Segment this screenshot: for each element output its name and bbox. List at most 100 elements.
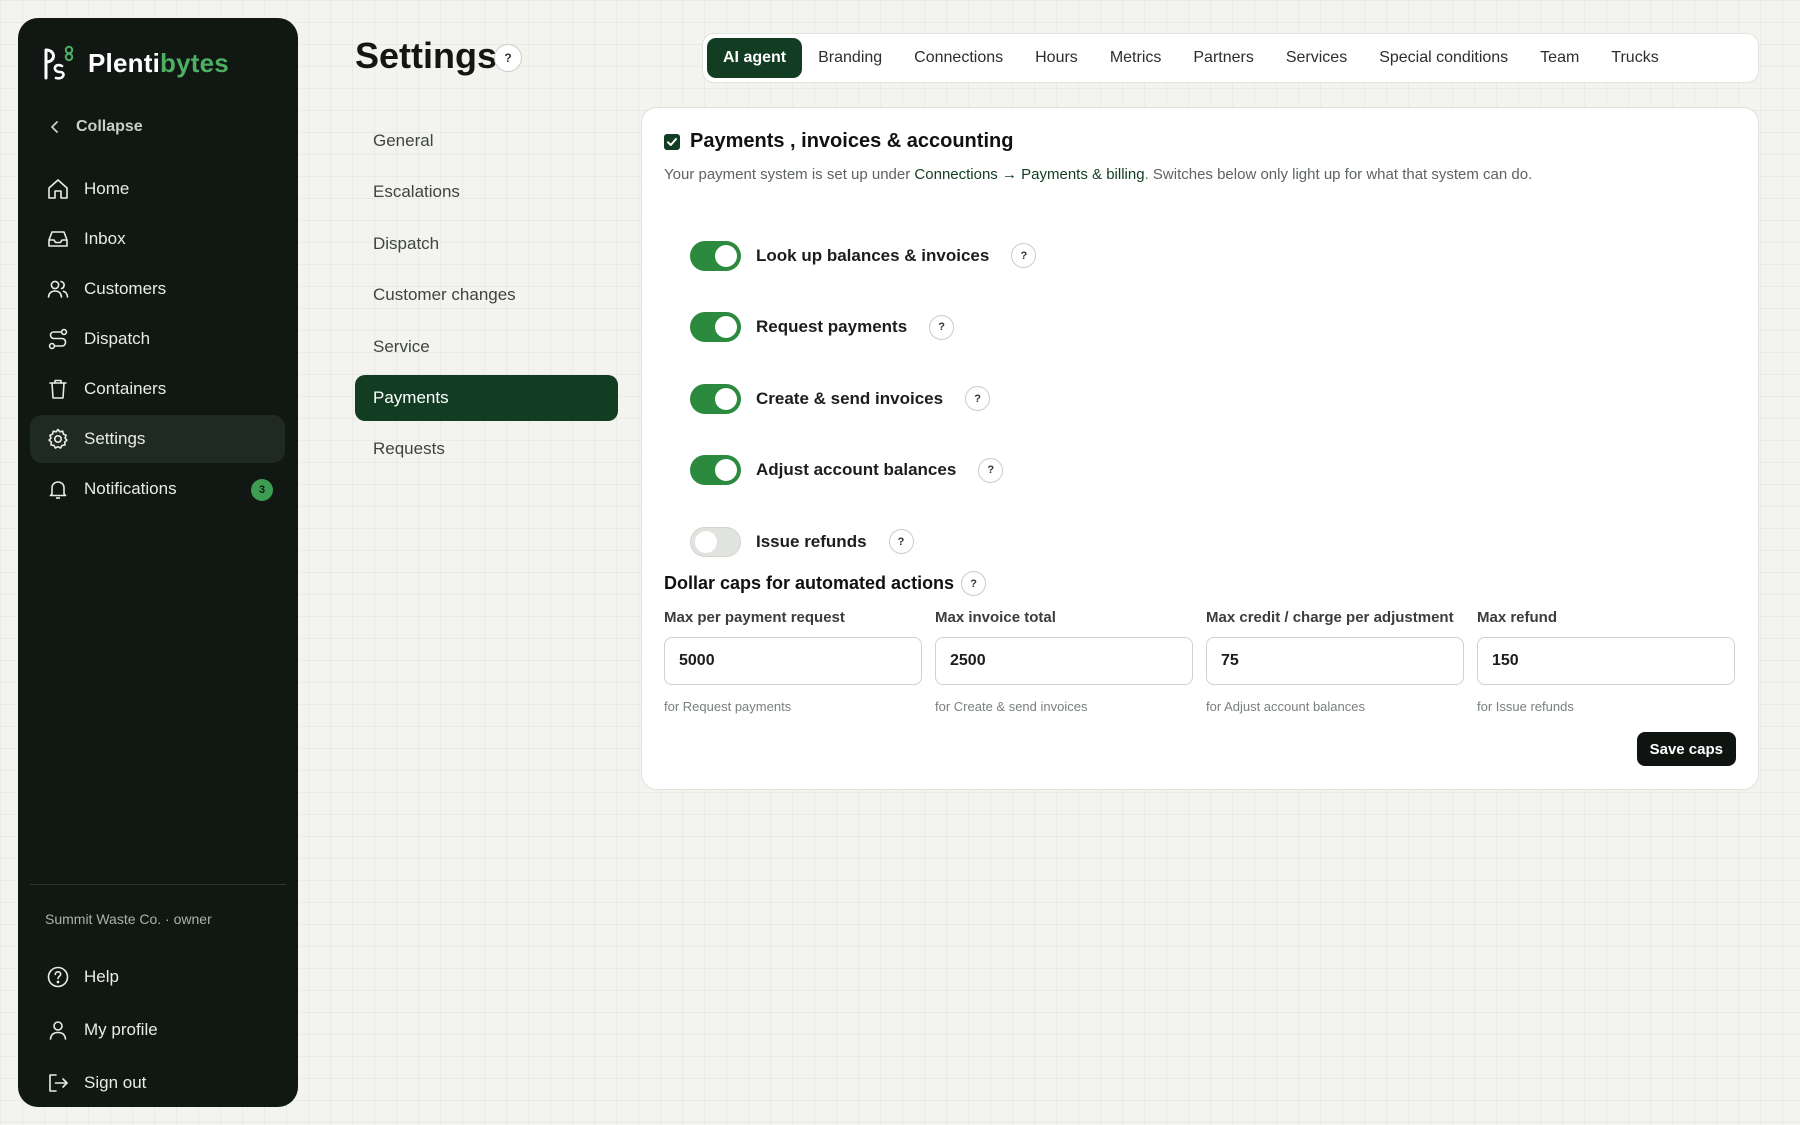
field-label: Max credit / charge per adjustment [1206,609,1454,626]
sidebar-item-label: Sign out [84,1073,147,1092]
max-invoice-total-input[interactable] [935,637,1193,685]
subnav-item-escalations[interactable]: Escalations [355,169,618,215]
toggle-label: Look up balances & invoices [756,245,990,265]
settings-tabs: AI agent Branding Connections Hours Metr… [702,33,1759,83]
field-hint: for Issue refunds [1477,699,1574,714]
account-owner-label: Summit Waste Co. · owner [45,911,212,927]
tab-special-conditions[interactable]: Special conditions [1363,38,1524,78]
help-button[interactable]: ? [965,386,991,412]
sidebar-item-home[interactable]: Home [30,165,285,213]
subnav-item-customer-changes[interactable]: Customer changes [355,272,618,318]
card-header: Payments , invoices & accounting [664,130,1013,153]
sign-out-icon [49,1074,68,1092]
card-title: Payments , invoices & accounting [690,130,1014,152]
sidebar-item-label: Help [84,967,119,986]
card-description: Your payment system is set up under Conn… [664,166,1533,183]
toggle-row-issue-refunds: Issue refunds ? [690,506,1036,578]
tab-services[interactable]: Services [1270,38,1363,78]
toggle-label: Issue refunds [756,531,867,551]
subnav-item-service[interactable]: Service [355,324,618,370]
ai-agent-subnav: General Escalations Dispatch Customer ch… [355,118,618,478]
sidebar-item-label: My profile [84,1020,158,1039]
look-up-balances-switch[interactable] [690,240,741,271]
sidebar-item-sign-out[interactable]: Sign out [30,1058,285,1108]
payments-billing-link[interactable]: Payments & billing [1021,166,1144,183]
sidebar-nav: Home Inbox Customers Dispatch Containers… [30,165,285,515]
toggle-row-request-payments: Request payments ? [690,292,1036,364]
help-button[interactable]: ? [1011,243,1037,269]
help-button[interactable]: ? [978,457,1004,483]
sidebar-item-label: Inbox [84,229,126,248]
max-adjustment-input[interactable] [1206,637,1464,685]
sidebar-item-containers[interactable]: Containers [30,365,285,413]
tab-metrics[interactable]: Metrics [1094,38,1178,78]
tab-team[interactable]: Team [1524,38,1595,78]
inbox-icon [48,231,68,247]
route-icon [48,328,68,350]
sidebar-item-my-profile[interactable]: My profile [30,1005,285,1055]
sidebar-item-label: Notifications [84,479,177,498]
toggle-label: Create & send invoices [756,388,944,408]
sidebar-item-label: Containers [84,379,167,398]
sidebar-item-inbox[interactable]: Inbox [30,215,285,263]
tab-branding[interactable]: Branding [802,38,898,78]
user-icon [49,1021,67,1040]
sidebar-item-settings[interactable]: Settings [30,415,285,463]
tab-partners[interactable]: Partners [1177,38,1269,78]
chevron-left-icon [51,121,58,133]
sidebar-item-label: Home [84,179,130,198]
plentibytes-logo-icon [44,45,74,80]
toggle-row-create-send-invoices: Create & send invoices ? [690,363,1036,435]
dollar-caps-fields: Max per payment request for Request paym… [664,609,1735,714]
trash-bin-icon [49,379,67,399]
sidebar-divider [30,884,286,885]
create-send-invoices-switch[interactable] [690,383,741,414]
brand[interactable]: Plentibytes [40,44,229,82]
sidebar-bottom-nav: Help My profile Sign out [30,952,285,1111]
cap-field-payment-request: Max per payment request for Request paym… [664,609,922,714]
arrow-right-icon: → [1001,166,1017,183]
collapse-label: Collapse [76,118,143,135]
page-help-button[interactable]: ? [494,44,522,72]
cap-field-refund: Max refund for Issue refunds [1477,609,1735,714]
dollar-caps-heading: Dollar caps for automated actions ? [664,571,987,596]
tab-ai-agent[interactable]: AI agent [707,38,803,78]
collapse-button[interactable]: Collapse [48,118,143,136]
tab-trucks[interactable]: Trucks [1595,38,1674,78]
permission-toggles: Look up balances & invoices ? Request pa… [690,220,1037,578]
max-payment-request-input[interactable] [664,637,922,685]
sidebar: Plentibytes Collapse Home Inbox Customer… [18,18,298,1107]
field-label: Max refund [1477,609,1558,626]
gear-icon [48,428,68,449]
max-refund-input[interactable] [1477,637,1735,685]
help-button[interactable]: ? [888,529,914,555]
sidebar-item-customers[interactable]: Customers [30,265,285,313]
toggle-row-adjust-account-balances: Adjust account balances ? [690,435,1036,507]
save-caps-button[interactable]: Save caps [1636,732,1736,766]
help-button[interactable]: ? [929,314,955,340]
adjust-account-balances-switch[interactable] [690,455,741,486]
subnav-item-general[interactable]: General [355,118,618,164]
toggle-label: Adjust account balances [756,460,957,480]
toggle-row-look-up-balances: Look up balances & invoices ? [690,220,1037,292]
tab-hours[interactable]: Hours [1019,38,1094,78]
issue-refunds-switch[interactable] [690,526,741,557]
sidebar-item-notifications[interactable]: Notifications 3 [30,465,285,513]
subnav-item-requests[interactable]: Requests [355,426,618,472]
sidebar-item-label: Settings [84,429,146,448]
tab-connections[interactable]: Connections [898,38,1019,78]
payments-enabled-checkbox[interactable] [664,133,680,150]
sidebar-item-dispatch[interactable]: Dispatch [30,315,285,363]
field-hint: for Request payments [664,699,792,714]
connections-link[interactable]: Connections [914,166,997,183]
home-icon [48,179,68,199]
sidebar-item-help[interactable]: Help [30,952,285,1002]
brand-name: Plentibytes [88,47,229,78]
subnav-item-payments[interactable]: Payments [355,374,618,421]
subnav-item-dispatch[interactable]: Dispatch [355,221,618,267]
help-button[interactable]: ? [961,571,987,596]
cap-field-invoice-total: Max invoice total for Create & send invo… [935,609,1193,714]
bell-icon [49,481,67,499]
request-payments-switch[interactable] [690,312,741,343]
toggle-label: Request payments [756,317,908,337]
